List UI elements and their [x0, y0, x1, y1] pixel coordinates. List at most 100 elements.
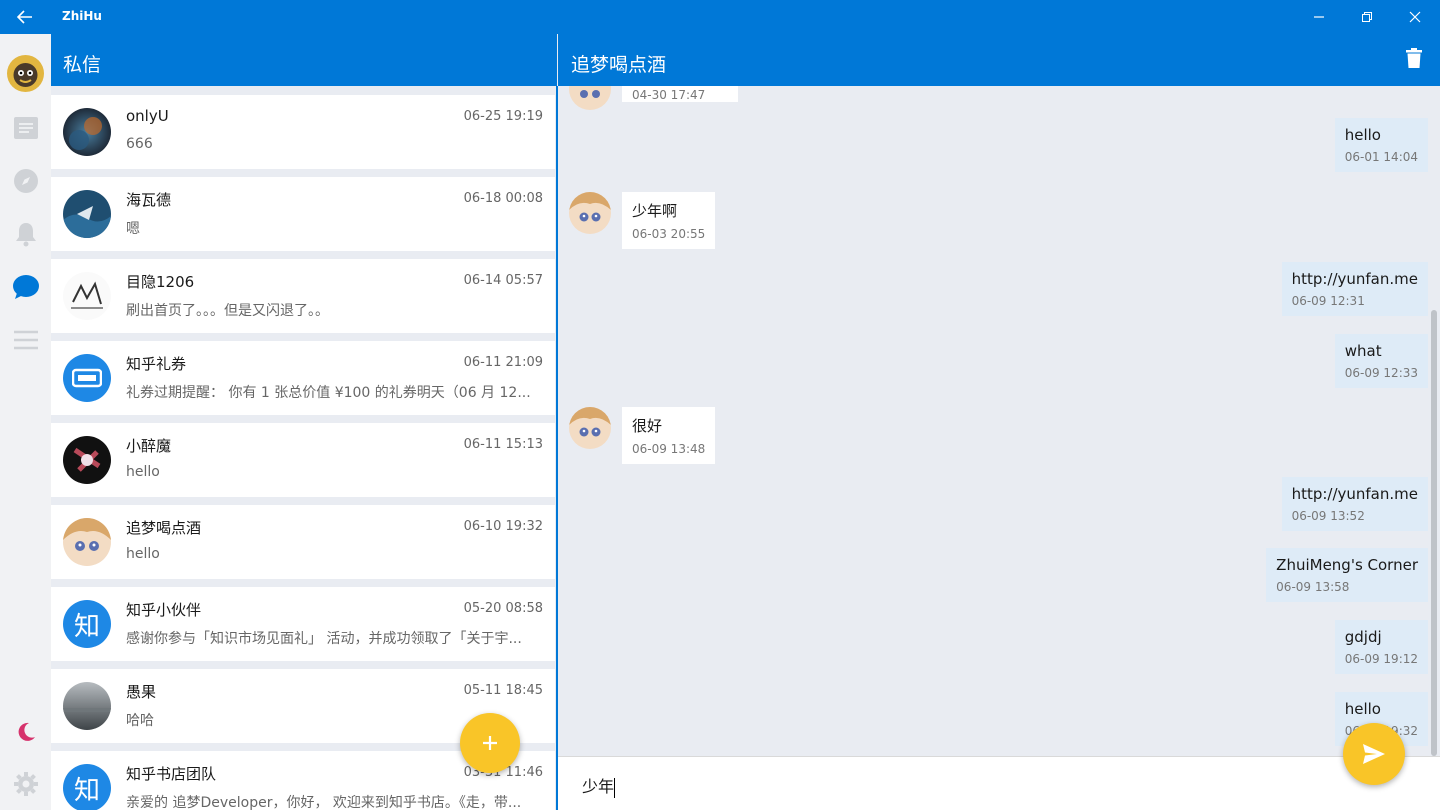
- conversation-name: 知乎礼券: [126, 355, 187, 373]
- conversation-time: 06-25 19:19: [463, 109, 543, 124]
- gear-icon: [13, 772, 38, 796]
- message-text: http://yunfan.me: [1291, 485, 1418, 503]
- ticket-icon: [72, 368, 102, 388]
- conversation-preview: 666: [126, 136, 153, 152]
- message-input[interactable]: 少年: [582, 773, 1282, 798]
- zhihu-logo-avatar: 知: [63, 764, 111, 810]
- avatar: [569, 192, 611, 234]
- chat-title: 追梦喝点酒: [571, 54, 667, 76]
- message-time: 06-03 20:55: [632, 227, 706, 241]
- conversation-time: 06-11 21:09: [463, 355, 543, 370]
- message-input-value: 少年: [582, 777, 615, 796]
- conversation-item[interactable]: 目隐1206 06-14 05:57 刷出首页了。。。但是又闪退了。。: [51, 259, 555, 333]
- conversation-name: 追梦喝点酒: [126, 519, 202, 537]
- settings-button[interactable]: [0, 762, 51, 806]
- title-bar: ZhiHu: [0, 0, 1440, 34]
- chat-scrollbar[interactable]: [1431, 310, 1437, 756]
- conversation-item[interactable]: 追梦喝点酒 06-10 19:32 hello: [51, 505, 555, 579]
- message-list[interactable]: 04-30 17:47 hello 06-01 14:04 少年啊 06-03 …: [558, 86, 1440, 756]
- user-avatar[interactable]: [7, 55, 44, 92]
- avatar: [569, 86, 611, 110]
- message-time: 06-09 13:48: [632, 442, 706, 456]
- bell-icon: [15, 223, 36, 247]
- avatar: [63, 272, 111, 320]
- conversation-preview: 礼券过期提醒： 你有 1 张总价值 ¥100 的礼券明天（06 月 12...: [126, 385, 531, 401]
- conversation-time: 06-11 15:13: [463, 437, 543, 452]
- avatar: [63, 682, 111, 730]
- conversation-item[interactable]: 知乎礼券 06-11 21:09 礼券过期提醒： 你有 1 张总价值 ¥100 …: [51, 341, 555, 415]
- conversation-name: onlyU: [126, 107, 169, 125]
- avatar: [63, 436, 111, 484]
- message-text: hello: [1344, 700, 1381, 718]
- explore-button[interactable]: [0, 159, 51, 203]
- message-time: 06-09 12:33: [1344, 366, 1418, 380]
- menu-icon: [13, 330, 38, 350]
- restore-icon: [1362, 12, 1372, 22]
- message-bubble-received: 少年啊 06-03 20:55: [622, 192, 716, 249]
- close-button[interactable]: [1392, 0, 1438, 34]
- message-text: ZhuiMeng's Corner: [1276, 556, 1418, 574]
- conversation-time: 06-14 05:57: [463, 273, 543, 288]
- chat-icon: [12, 275, 39, 299]
- message-text: gdjdj: [1344, 628, 1382, 646]
- restore-button[interactable]: [1344, 0, 1390, 34]
- conversation-name: 小醉魔: [126, 437, 172, 455]
- send-button[interactable]: [1343, 723, 1405, 785]
- message-bubble-sent: what 06-09 12:33: [1334, 334, 1428, 388]
- minimize-button[interactable]: [1296, 0, 1342, 34]
- chat-header: 追梦喝点酒: [558, 34, 1440, 86]
- conversation-preview: hello: [126, 546, 160, 562]
- send-icon: [1363, 744, 1385, 764]
- menu-button[interactable]: [0, 318, 51, 362]
- conversation-preview: 刷出首页了。。。但是又闪退了。。: [126, 303, 329, 319]
- list-header: 私信: [51, 34, 557, 86]
- conversation-list[interactable]: onlyU 06-25 19:19 666 海瓦德 06-18 00:08 嗯 …: [51, 86, 557, 810]
- conversation-name: 知乎书店团队: [126, 765, 217, 783]
- zhihu-logo-avatar: 知: [63, 600, 111, 648]
- message-bubble-sent: ZhuiMeng's Corner 06-09 13:58: [1266, 548, 1428, 602]
- compass-icon: [13, 169, 38, 193]
- conversation-item[interactable]: 小醉魔 06-11 15:13 hello: [51, 423, 555, 497]
- conversation-item[interactable]: 海瓦德 06-18 00:08 嗯: [51, 177, 555, 251]
- back-button[interactable]: [0, 0, 50, 34]
- conversation-item[interactable]: 知 知乎小伙伴 05-20 08:58 感谢你参与「知识市场见面礼」 活动，并成…: [51, 587, 555, 661]
- notifications-button[interactable]: [0, 212, 51, 256]
- delete-conversation-button[interactable]: [1406, 48, 1422, 72]
- close-icon: [1409, 11, 1421, 23]
- message-time: 06-09 13:52: [1291, 509, 1365, 523]
- text-caret: [614, 777, 616, 798]
- message-text: hello: [1344, 126, 1381, 144]
- night-mode-button[interactable]: [0, 710, 51, 754]
- new-message-button[interactable]: [460, 713, 520, 773]
- trash-icon: [1406, 48, 1422, 68]
- nav-rail: [0, 34, 51, 810]
- message-text: 少年啊: [632, 202, 678, 220]
- moon-icon: [18, 722, 35, 741]
- conversation-preview: 亲爱的 追梦Developer，你好， 欢迎来到知乎书店。《走，带...: [126, 795, 522, 810]
- message-time: 06-01 14:04: [1344, 150, 1418, 164]
- avatar: [63, 518, 111, 566]
- conversation-name: 目隐1206: [126, 273, 195, 291]
- conversation-time: 06-18 00:08: [463, 191, 543, 206]
- message-text: what: [1344, 342, 1382, 360]
- message-bubble-sent: gdjdj 06-09 19:12: [1334, 620, 1428, 674]
- app-title: ZhiHu: [62, 9, 102, 23]
- conversation-item[interactable]: onlyU 06-25 19:19 666: [51, 95, 555, 169]
- message-time: 04-30 17:47: [632, 88, 706, 102]
- conversation-preview: hello: [126, 464, 160, 480]
- feed-button[interactable]: [0, 106, 51, 150]
- list-title: 私信: [63, 54, 102, 76]
- conversation-preview: 嗯: [126, 221, 140, 237]
- message-bubble-sent: http://yunfan.me 06-09 12:31: [1281, 262, 1428, 316]
- message-input-bar: 少年: [558, 756, 1440, 810]
- message-bubble-sent: http://yunfan.me 06-09 13:52: [1281, 477, 1428, 531]
- conversation-name: 海瓦德: [126, 191, 172, 209]
- message-bubble-received: 很好 06-09 13:48: [622, 407, 716, 464]
- messages-button[interactable]: [0, 265, 51, 309]
- conversation-time: 05-11 18:45: [463, 683, 543, 698]
- message-bubble-received: 04-30 17:47: [622, 86, 738, 102]
- ticket-avatar: [63, 354, 111, 402]
- arrow-left-icon: [17, 10, 32, 24]
- plus-icon: [483, 736, 497, 750]
- message-bubble-sent: hello 06-01 14:04: [1334, 118, 1428, 172]
